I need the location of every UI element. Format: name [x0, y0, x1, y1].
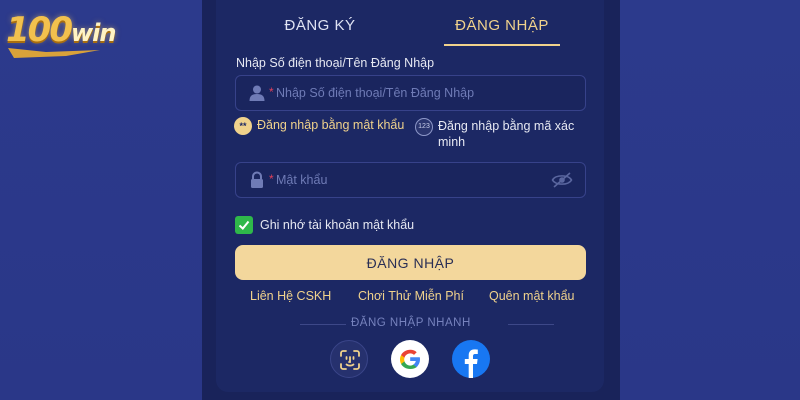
logo-win: win [70, 19, 116, 47]
auth-tabs: ĐĂNG KÝ ĐĂNG NHẬP [236, 6, 586, 46]
support-link[interactable]: Liên Hệ CSKH [250, 289, 331, 303]
login-button[interactable]: ĐĂNG NHẬP [235, 245, 586, 280]
google-icon [400, 349, 420, 369]
logo-number: 100 [6, 10, 73, 50]
tab-login[interactable]: ĐĂNG NHẬP [444, 6, 560, 44]
google-login-button[interactable] [391, 340, 429, 378]
password-input[interactable] [276, 163, 546, 197]
required-mark: * [269, 85, 274, 99]
remember-me[interactable]: Ghi nhớ tài khoản mật khẩu [235, 216, 414, 234]
username-field: * [235, 75, 586, 111]
eye-off-icon[interactable] [551, 171, 573, 189]
login-by-code-option[interactable]: 123 Đăng nhập bằng mã xác minh [415, 118, 590, 150]
background-right [620, 0, 800, 400]
check-icon [238, 220, 250, 230]
code-mode-icon: 123 [415, 118, 433, 136]
forgot-password-link[interactable]: Quên mật khẩu [489, 289, 574, 303]
user-icon [249, 85, 265, 101]
brand-logo[interactable]: 100win [6, 10, 136, 62]
required-mark: * [269, 172, 274, 186]
tab-register[interactable]: ĐĂNG KÝ [236, 6, 404, 44]
facebook-login-button[interactable] [452, 340, 490, 378]
login-by-code-label: Đăng nhập bằng mã xác minh [438, 119, 575, 149]
divider-line-left [300, 324, 346, 325]
face-id-login-button[interactable] [330, 340, 368, 378]
username-input[interactable] [276, 76, 546, 110]
try-free-link[interactable]: Chơi Thử Miễn Phí [358, 289, 464, 303]
quick-login-divider: ĐĂNG NHẬP NHANH [236, 316, 586, 332]
password-field: * [235, 162, 586, 198]
facebook-icon [464, 349, 478, 378]
login-by-password-option[interactable]: ** Đăng nhập bằng mật khẩu [234, 117, 405, 135]
divider-line-right [508, 324, 554, 325]
remember-label: Ghi nhớ tài khoản mật khẩu [260, 218, 415, 232]
face-id-icon [340, 350, 360, 370]
login-by-password-label: Đăng nhập bằng mật khẩu [257, 118, 405, 132]
quick-login-title: ĐĂNG NHẬP NHANH [351, 317, 471, 329]
lock-icon [251, 171, 263, 188]
password-mode-icon: ** [234, 117, 252, 135]
remember-checkbox[interactable] [235, 216, 253, 234]
active-tab-indicator [444, 44, 560, 46]
logo-wing-icon [8, 48, 100, 58]
username-label: Nhập Số điện thoại/Tên Đăng Nhập [236, 56, 435, 70]
